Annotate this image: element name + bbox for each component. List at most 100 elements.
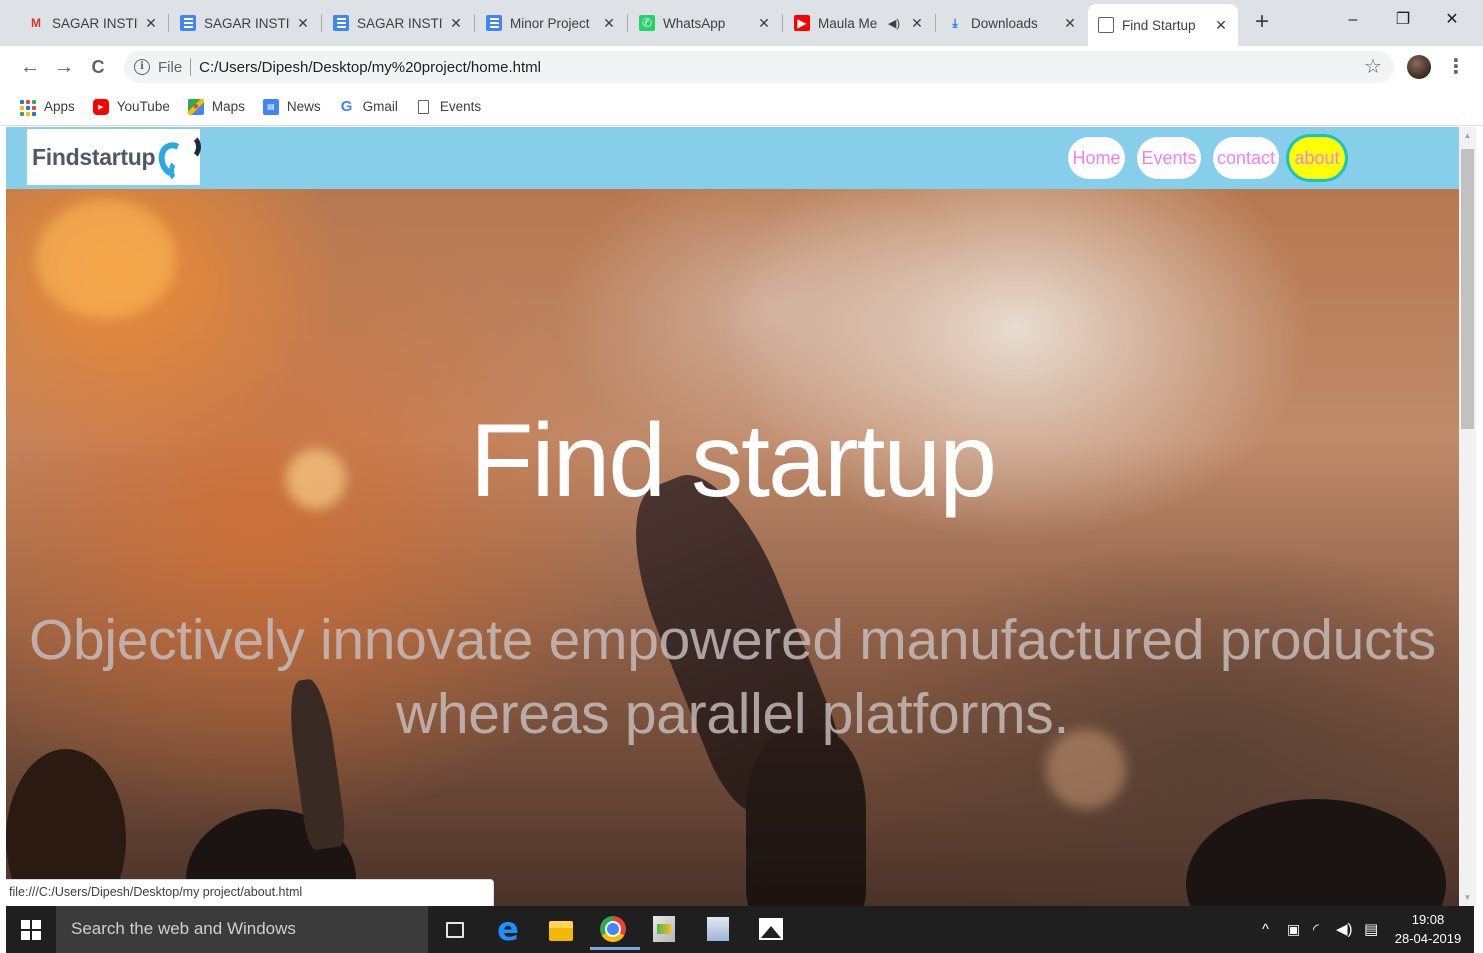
- reload-button[interactable]: C: [85, 54, 111, 80]
- close-icon[interactable]: ✕: [1063, 15, 1077, 32]
- hero-subtitle-line: Objectively innovate empowered manufactu…: [28, 608, 1436, 672]
- tab-find-startup[interactable]: Find Startup ✕: [1088, 4, 1238, 46]
- edge-icon[interactable]: e: [493, 910, 523, 948]
- url-scheme: File: [158, 58, 183, 76]
- hero-section: Find startup Objectively innovate empowe…: [6, 189, 1459, 906]
- bookmarks-bar: Apps ▶ YouTube ● Maps ▤ News G Gmail Eve…: [0, 88, 1483, 126]
- close-icon[interactable]: ✕: [296, 15, 310, 32]
- page-scrollbar[interactable]: ▲ ▼: [1459, 127, 1476, 906]
- close-icon[interactable]: ✕: [757, 15, 771, 32]
- clock-time: 19:08: [1411, 912, 1445, 927]
- address-bar[interactable]: i File C:/Users/Dipesh/Desktop/my%20proj…: [124, 51, 1394, 83]
- download-icon: ⤓: [952, 15, 958, 30]
- new-tab-button[interactable]: +: [1250, 8, 1274, 36]
- close-icon[interactable]: ✕: [602, 15, 616, 32]
- tab-separator: [782, 14, 783, 32]
- tab-separator: [168, 14, 169, 32]
- url-text[interactable]: C:/Users/Dipesh/Desktop/my%20project/hom…: [199, 59, 541, 76]
- tab-whatsapp[interactable]: ✆ WhatsApp ✕: [629, 6, 781, 40]
- bookmark-youtube[interactable]: ▶ YouTube: [92, 98, 170, 115]
- tab-youtube[interactable]: ▶ Maula Me ◀) ✕: [784, 6, 934, 40]
- minimize-button[interactable]: –: [1330, 6, 1376, 34]
- tab-separator: [935, 14, 936, 32]
- windows-start-icon[interactable]: [6, 906, 56, 953]
- docs-icon: [180, 15, 196, 31]
- tray-chevron-icon[interactable]: ^: [1262, 906, 1269, 953]
- bookmark-maps[interactable]: ● Maps: [187, 98, 245, 115]
- restore-button[interactable]: ❐: [1380, 6, 1426, 34]
- close-icon[interactable]: ✕: [449, 15, 463, 32]
- close-icon[interactable]: ✕: [1214, 17, 1228, 34]
- tab-gmail[interactable]: M SAGAR INSTIT ✕: [18, 6, 168, 40]
- wifi-icon[interactable]: ◜: [1313, 906, 1319, 953]
- page-icon: [1098, 17, 1114, 33]
- bookmark-news[interactable]: ▤ News: [262, 98, 321, 115]
- task-view-icon[interactable]: [446, 922, 464, 938]
- tab-docs-2[interactable]: SAGAR INSTIT ✕: [323, 6, 473, 40]
- maps-icon: ●: [187, 98, 204, 115]
- tab-docs-1[interactable]: SAGAR INSTIT ✕: [170, 6, 320, 40]
- windows-taskbar: Search the web and Windows e ^ ▣ ◜ ◀) ▤ …: [6, 906, 1474, 953]
- project-icon[interactable]: [653, 916, 675, 942]
- nav-events[interactable]: Events: [1137, 137, 1201, 179]
- nav-about[interactable]: about: [1289, 137, 1345, 179]
- url-divider: [190, 58, 192, 76]
- action-center-icon[interactable]: ▤: [1364, 906, 1378, 953]
- tab-strip: M SAGAR INSTIT ✕ SAGAR INSTIT ✕ SAGAR IN…: [0, 0, 1483, 46]
- taskbar-clock[interactable]: 19:08 28-04-2019: [1388, 910, 1468, 948]
- close-icon[interactable]: ✕: [144, 15, 158, 32]
- speaker-icon[interactable]: ◀): [888, 17, 900, 30]
- bookmark-label: Apps: [44, 99, 75, 114]
- close-icon[interactable]: ✕: [910, 15, 924, 32]
- bookmark-events[interactable]: Events: [416, 99, 481, 115]
- google-icon: G: [340, 98, 353, 115]
- raised-arm: [746, 729, 866, 906]
- scroll-down-arrow-icon[interactable]: ▼: [1459, 889, 1476, 906]
- volume-icon[interactable]: ◀): [1336, 906, 1353, 953]
- tab-separator: [474, 14, 475, 32]
- gmail-icon: M: [31, 16, 41, 30]
- apps-grid-icon: [20, 99, 36, 116]
- bookmark-apps[interactable]: Apps: [20, 99, 75, 116]
- tab-minor-project[interactable]: Minor Project ✕: [476, 6, 626, 40]
- menu-icon[interactable]: ⋮: [1446, 55, 1466, 79]
- photos-icon[interactable]: [759, 918, 783, 940]
- bookmark-label: Maps: [211, 99, 245, 114]
- profile-avatar[interactable]: [1407, 55, 1431, 79]
- nav-contact[interactable]: contact: [1213, 137, 1279, 179]
- taskbar-search-input[interactable]: Search the web and Windows: [56, 906, 428, 953]
- bookmark-label: Events: [439, 99, 482, 114]
- close-window-button[interactable]: ✕: [1429, 6, 1475, 34]
- logo-text: Findstartup: [32, 143, 156, 170]
- tab-title: SAGAR INSTIT: [204, 15, 290, 31]
- nav-home[interactable]: Home: [1068, 137, 1125, 179]
- forward-button[interactable]: →: [51, 54, 77, 80]
- site-header: Findstartup Home Events contact about: [6, 127, 1459, 189]
- bookmark-star-icon[interactable]: ☆: [1364, 56, 1382, 78]
- tab-separator: [321, 14, 322, 32]
- chrome-icon[interactable]: [590, 916, 640, 950]
- page-viewport: Findstartup Home Events contact about Fi…: [6, 127, 1459, 906]
- scroll-thumb[interactable]: [1461, 149, 1474, 429]
- link-status-bubble: file:///C:/Users/Dipesh/Desktop/my proje…: [6, 879, 494, 906]
- bookmark-label: News: [286, 99, 321, 114]
- page-icon: [416, 99, 432, 115]
- youtube-icon: ▶: [794, 15, 810, 31]
- tab-downloads[interactable]: ⤓ Downloads ✕: [937, 6, 1087, 40]
- network-adapter-icon[interactable]: ▣: [1287, 906, 1300, 953]
- docs-icon: [333, 15, 349, 31]
- scroll-up-arrow-icon[interactable]: ▲: [1459, 127, 1476, 144]
- bookmark-gmail[interactable]: G Gmail: [339, 98, 398, 115]
- hero-title: Find startup: [469, 403, 997, 519]
- news-icon: ▤: [262, 98, 279, 115]
- whatsapp-icon: ✆: [639, 15, 655, 31]
- tab-title: SAGAR INSTIT: [357, 15, 443, 31]
- crowd-head: [1186, 799, 1446, 906]
- site-logo[interactable]: Findstartup: [27, 129, 202, 185]
- info-icon[interactable]: i: [134, 59, 150, 75]
- back-button[interactable]: ←: [17, 54, 43, 80]
- file-explorer-icon[interactable]: [549, 921, 573, 941]
- bookmark-label: YouTube: [116, 99, 170, 114]
- document-icon[interactable]: [707, 917, 729, 941]
- tab-title: SAGAR INSTIT: [52, 15, 138, 31]
